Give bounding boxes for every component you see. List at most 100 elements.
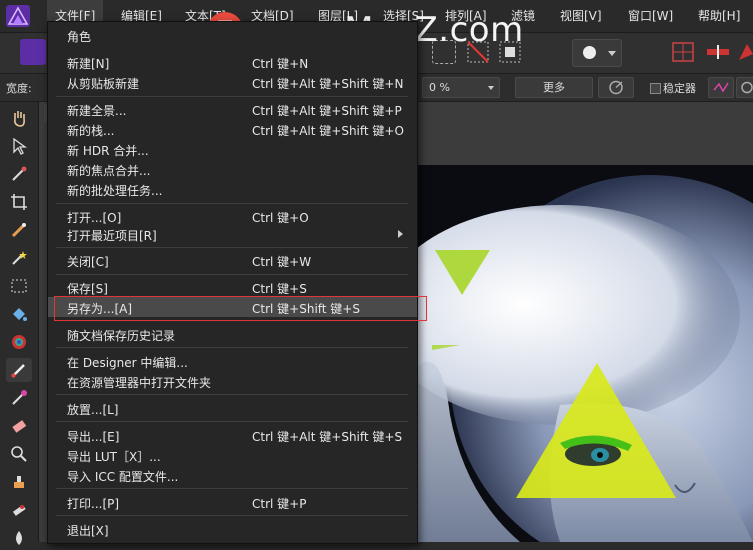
menu-item-edit-in-designer[interactable]: 在 Designer 中编辑... [48, 351, 417, 371]
window-mode-button[interactable] [736, 77, 753, 98]
menu-item-shortcut: Ctrl 键+W [252, 255, 312, 269]
circle-icon [741, 81, 753, 94]
brush-options-button[interactable] [598, 77, 634, 98]
affinity-photo-logo-icon[interactable] [6, 5, 30, 27]
menu-item-export[interactable]: 导出...[E] Ctrl 键+Alt 键+Shift 键+S [48, 425, 417, 445]
dodge-tool-icon[interactable] [6, 442, 32, 466]
crop-tool-icon[interactable] [6, 190, 32, 214]
menu-item-shortcut: Ctrl 键+N [252, 57, 309, 71]
menu-item-label: 保存[S] [67, 282, 108, 296]
menu-item-open-recent[interactable]: 打开最近项目[R] [48, 224, 417, 244]
color-replacement-tool-icon[interactable] [6, 386, 32, 410]
rope-mode-button[interactable] [708, 77, 734, 98]
stabilizer-label: 稳定器 [663, 82, 696, 95]
menu-item-print[interactable]: 打印...[P] Ctrl 键+P [48, 492, 417, 512]
menu-item-shortcut: Ctrl 键+S [252, 282, 307, 296]
menu-separator [56, 421, 408, 422]
menu-item-new-stack[interactable]: 新的栈... Ctrl 键+Alt 键+Shift 键+O [48, 119, 417, 139]
photo-persona-icon[interactable] [20, 39, 46, 65]
fill-tool-icon[interactable] [6, 302, 32, 326]
menu-item-label: 新 HDR 合并... [67, 144, 149, 158]
menu-separator [56, 203, 408, 204]
menu-item-shortcut: Ctrl 键+Alt 键+Shift 键+P [252, 104, 402, 118]
menu-item-close[interactable]: 关闭[C] Ctrl 键+W [48, 250, 417, 270]
tools-panel [0, 102, 39, 545]
brush-shape-icon [583, 46, 596, 59]
menu-item-open-in-explorer[interactable]: 在资源管理器中打开文件夹 [48, 371, 417, 391]
hand-tool-icon[interactable] [6, 106, 32, 130]
menu-separator [56, 96, 408, 97]
menu-item-label: 退出[X] [67, 524, 109, 538]
menu-item-label: 放置...[L] [67, 403, 119, 417]
menu-item-save-history[interactable]: 随文档保存历史记录 [48, 324, 417, 344]
menu-item-new-batch-job[interactable]: 新的批处理任务... [48, 179, 417, 199]
menu-separator [56, 347, 408, 348]
grid-icon[interactable] [670, 40, 696, 64]
menu-item-new-focus-merge[interactable]: 新的焦点合并... [48, 159, 417, 179]
opacity-value: 0 % [429, 81, 450, 94]
menu-item-label: 导入 ICC 配置文件... [67, 470, 179, 484]
menu-item-shortcut: Ctrl 键+Alt 键+Shift 键+S [252, 430, 403, 444]
menu-item-label: 新建[N] [67, 57, 110, 71]
menu-item-export-lut[interactable]: 导出 LUT［X］... [48, 445, 417, 465]
color-wheel-tool-icon[interactable] [6, 330, 32, 354]
menu-item-label: 导出...[E] [67, 430, 120, 444]
menu-item-import-icc[interactable]: 导入 ICC 配置文件... [48, 465, 417, 485]
menu-item-save[interactable]: 保存[S] Ctrl 键+S [48, 277, 417, 297]
menu-item-persona[interactable]: 角色 [48, 25, 417, 45]
blur-tool-icon[interactable] [6, 526, 32, 550]
menu-item-quit[interactable]: 退出[X] [48, 519, 417, 539]
menu-separator [56, 488, 408, 489]
menu-item-label: 在资源管理器中打开文件夹 [67, 376, 212, 390]
menu-item-label: 打印...[P] [67, 497, 120, 511]
menu-item-shortcut: Ctrl 键+Alt 键+Shift 键+N [252, 77, 404, 91]
color-picker-tool-icon[interactable] [6, 162, 32, 186]
erase-tool-icon[interactable] [6, 414, 32, 438]
menu-help[interactable]: 帮助[H] [690, 0, 748, 32]
menu-item-label: 新的焦点合并... [67, 164, 151, 178]
stabilizer-checkbox[interactable] [650, 83, 661, 94]
menu-item-new-hdr-merge[interactable]: 新 HDR 合并... [48, 139, 417, 159]
clone-tool-icon[interactable] [6, 470, 32, 494]
assistant-icon[interactable] [737, 40, 753, 64]
menu-item-label: 打开最近项目[R] [67, 229, 157, 243]
flood-select-tool-icon[interactable] [6, 246, 32, 270]
menu-item-shortcut: Ctrl 键+Alt 键+Shift 键+O [252, 124, 404, 138]
menu-item-label: 从剪贴板新建 [67, 77, 140, 91]
snapping-icon[interactable] [705, 40, 731, 64]
menu-separator [56, 515, 408, 516]
menu-view[interactable]: 视图[V] [552, 0, 610, 32]
target-icon [609, 80, 623, 95]
selection-brush-tool-icon[interactable] [6, 218, 32, 242]
menu-item-label: 随文档保存历史记录 [67, 329, 176, 343]
rope-icon [713, 82, 729, 93]
menu-item-label: 导出 LUT［X］... [67, 450, 161, 464]
menu-item-label: 新的批处理任务... [67, 184, 163, 198]
menu-item-label: 在 Designer 中编辑... [67, 356, 188, 370]
marquee-tool-icon[interactable] [6, 274, 32, 298]
menu-item-label: 角色 [67, 30, 92, 44]
paint-brush-tool-icon[interactable] [6, 358, 32, 382]
save-as-highlight-box [54, 296, 427, 321]
menu-item-new-from-clipboard[interactable]: 从剪贴板新建 Ctrl 键+Alt 键+Shift 键+N [48, 72, 417, 92]
chevron-down-icon [608, 51, 616, 56]
width-label: 宽度: [6, 82, 32, 95]
file-menu-dropdown: 角色 新建[N] Ctrl 键+N 从剪贴板新建 Ctrl 键+Alt 键+Shif… [47, 21, 418, 544]
submenu-arrow-icon [398, 230, 403, 238]
menu-item-shortcut: Ctrl 键+P [252, 497, 307, 511]
document-image[interactable] [410, 165, 753, 542]
menu-item-new-panorama[interactable]: 新建全景... Ctrl 键+Alt 键+Shift 键+P [48, 99, 417, 119]
menu-item-label: 新的栈... [67, 124, 115, 138]
menu-separator [56, 274, 408, 275]
healing-tool-icon[interactable] [6, 498, 32, 522]
menu-item-place[interactable]: 放置...[L] [48, 398, 417, 418]
move-tool-icon[interactable] [6, 134, 32, 158]
opacity-field[interactable]: 0 % [422, 77, 500, 98]
chevron-down-icon [488, 86, 494, 90]
more-button[interactable]: 更多 [515, 77, 593, 98]
menu-item-open[interactable]: 打开...[O] Ctrl 键+O [48, 206, 417, 226]
menu-separator [56, 394, 408, 395]
menu-item-new[interactable]: 新建[N] Ctrl 键+N [48, 52, 417, 72]
brush-preset-dropdown[interactable] [572, 39, 622, 67]
menu-window[interactable]: 窗口[W] [620, 0, 681, 32]
